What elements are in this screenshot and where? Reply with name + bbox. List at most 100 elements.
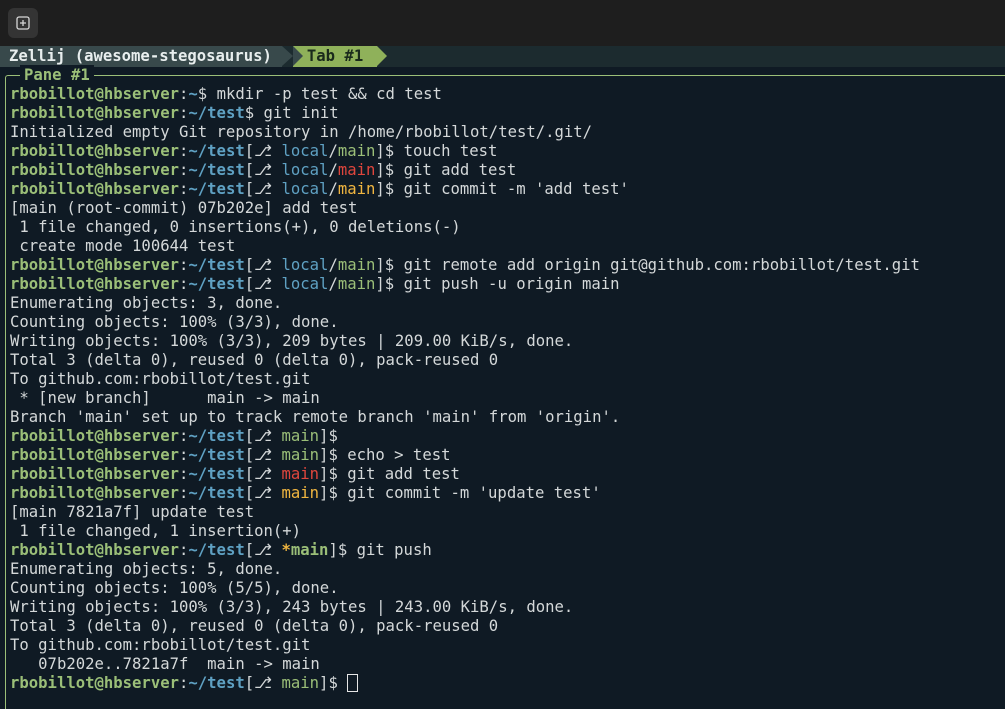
output-text: create mode 100644 test (10, 237, 236, 255)
prompt-line: rbobillot@hbserver:~/test[⎇ local/main]$… (10, 180, 1000, 199)
git-remote: local (281, 275, 329, 293)
prompt-path: ~/test (188, 427, 245, 445)
git-branch-icon: ⎇ (254, 275, 282, 293)
prompt-colon: : (179, 427, 189, 445)
prompt-line: rbobillot@hbserver:~/test[⎇ local/main]$… (10, 275, 1000, 294)
prompt-bracket-close: ] (328, 541, 338, 559)
prompt-line: rbobillot@hbserver:~$ mkdir -p test && c… (10, 85, 1000, 104)
prompt-bracket-close: ] (375, 161, 385, 179)
prompt-user-host: rbobillot@hbserver (10, 256, 179, 274)
output-line: Branch 'main' set up to track remote bra… (10, 408, 1000, 427)
prompt-path: ~/test (188, 161, 245, 179)
git-slash: / (328, 180, 338, 198)
prompt-dollar: $ (384, 256, 404, 274)
git-branch-clean: main (337, 275, 376, 293)
tab-1[interactable]: Tab #1 (292, 46, 388, 67)
output-line: * [new branch] main -> main (10, 389, 1000, 408)
command-text: git add test (347, 465, 460, 483)
output-text: * [new branch] main -> main (10, 389, 320, 407)
git-remote: local (281, 142, 329, 160)
prompt-line: rbobillot@hbserver:~/test[⎇ *main]$ git … (10, 541, 1000, 560)
prompt-bracket-open: [ (244, 446, 255, 464)
prompt-path: ~/test (188, 180, 245, 198)
prompt-bracket-open: [ (244, 180, 255, 198)
window-titlebar (0, 0, 1005, 47)
git-branch-icon: ⎇ (254, 465, 282, 483)
prompt-colon: : (179, 85, 189, 103)
prompt-dollar: $ (328, 427, 348, 445)
output-line: 1 file changed, 1 insertion(+) (10, 522, 1000, 541)
git-branch-clean: main (281, 446, 320, 464)
prompt-user-host: rbobillot@hbserver (10, 104, 179, 122)
git-branch-icon: ⎇ (254, 446, 282, 464)
output-line: 07b202e..7821a7f main -> main (10, 655, 1000, 674)
prompt-user-host: rbobillot@hbserver (10, 180, 179, 198)
git-branch-clean: main (337, 142, 376, 160)
command-text: touch test (403, 142, 498, 160)
git-slash: / (328, 256, 338, 274)
prompt-path: ~/test (188, 541, 245, 559)
output-line: 1 file changed, 0 insertions(+), 0 delet… (10, 218, 1000, 237)
output-text: Enumerating objects: 3, done. (10, 294, 283, 312)
git-branch-dirty: main (337, 161, 376, 179)
output-text: 07b202e..7821a7f main -> main (10, 655, 320, 673)
command-text: git commit -m 'update test' (347, 484, 601, 502)
prompt-colon: : (179, 104, 189, 122)
output-line: To github.com:rbobillot/test.git (10, 370, 1000, 389)
terminal-cursor[interactable] (347, 674, 359, 692)
git-branch-staged: main (281, 484, 320, 502)
git-branch-clean: main (281, 674, 320, 692)
terminal-output[interactable]: rbobillot@hbserver:~$ mkdir -p test && c… (10, 85, 1000, 693)
prompt-dollar: $ (337, 541, 357, 559)
output-text: Total 3 (delta 0), reused 0 (delta 0), p… (10, 617, 499, 635)
output-text: To github.com:rbobillot/test.git (10, 636, 311, 654)
output-line: To github.com:rbobillot/test.git (10, 636, 1000, 655)
prompt-bracket-close: ] (375, 275, 385, 293)
prompt-colon: : (179, 674, 189, 692)
git-branch-clean: main (337, 256, 376, 274)
prompt-colon: : (179, 446, 189, 464)
output-text: To github.com:rbobillot/test.git (10, 370, 311, 388)
prompt-bracket-open: [ (244, 142, 255, 160)
command-text: mkdir -p test && cd test (216, 85, 442, 103)
git-branch-icon: ⎇ (254, 161, 282, 179)
git-slash: / (328, 275, 338, 293)
prompt-user-host: rbobillot@hbserver (10, 446, 179, 464)
output-line: [main 7821a7f] update test (10, 503, 1000, 522)
prompt-colon: : (179, 142, 189, 160)
command-text: git init (263, 104, 339, 122)
prompt-dollar: $ (328, 674, 348, 692)
prompt-bracket-open: [ (244, 484, 255, 502)
prompt-dollar: $ (384, 275, 404, 293)
new-pane-icon (16, 16, 30, 30)
output-text: 1 file changed, 0 insertions(+), 0 delet… (10, 218, 461, 236)
prompt-line: rbobillot@hbserver:~/test[⎇ main]$ echo … (10, 446, 1000, 465)
prompt-colon: : (179, 180, 189, 198)
prompt-colon: : (179, 541, 189, 559)
prompt-path: ~/test (188, 104, 245, 122)
prompt-colon: : (179, 275, 189, 293)
git-remote: local (281, 161, 329, 179)
new-pane-button[interactable] (8, 8, 38, 38)
prompt-user-host: rbobillot@hbserver (10, 427, 179, 445)
git-branch-clean: main (281, 427, 320, 445)
output-line: Counting objects: 100% (5/5), done. (10, 579, 1000, 598)
prompt-bracket-close: ] (375, 142, 385, 160)
output-text: Total 3 (delta 0), reused 0 (delta 0), p… (10, 351, 499, 369)
prompt-user-host: rbobillot@hbserver (10, 674, 179, 692)
output-line: Enumerating objects: 3, done. (10, 294, 1000, 313)
git-ahead-marker: * (281, 541, 291, 559)
output-text: Writing objects: 100% (3/3), 209 bytes |… (10, 332, 574, 350)
prompt-user-host: rbobillot@hbserver (10, 465, 179, 483)
prompt-bracket-open: [ (244, 427, 255, 445)
prompt-line: rbobillot@hbserver:~/test[⎇ local/main]$… (10, 256, 1000, 275)
command-text: git commit -m 'add test' (403, 180, 629, 198)
output-text: Branch 'main' set up to track remote bra… (10, 408, 621, 426)
prompt-path: ~/test (188, 256, 245, 274)
git-branch-icon: ⎇ (254, 541, 282, 559)
prompt-dollar: $ (384, 180, 404, 198)
output-line: [main (root-commit) 07b202e] add test (10, 199, 1000, 218)
prompt-path: ~/test (188, 465, 245, 483)
git-slash: / (328, 142, 338, 160)
output-text: Counting objects: 100% (5/5), done. (10, 579, 339, 597)
